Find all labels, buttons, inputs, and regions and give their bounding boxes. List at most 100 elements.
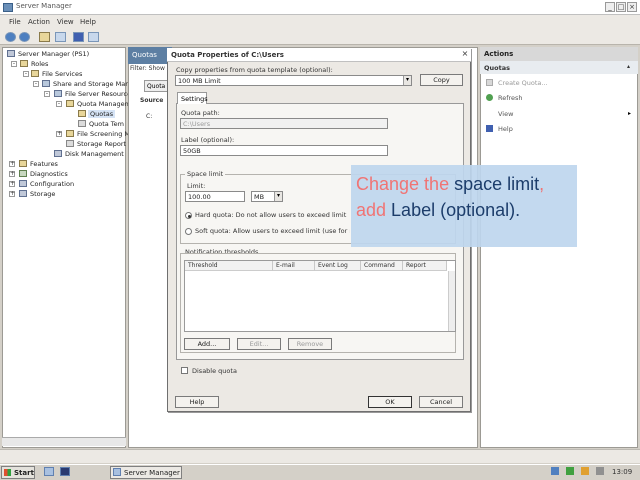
tree-toggle-file-screening[interactable]: + xyxy=(56,131,62,137)
tree-horizontal-scrollbar[interactable] xyxy=(2,437,126,446)
column-report[interactable]: Report xyxy=(403,261,447,271)
forward-arrow-icon[interactable] xyxy=(19,32,30,42)
tree-toggle-share-storage[interactable]: - xyxy=(33,81,39,87)
label-field[interactable]: 50GB xyxy=(180,145,388,156)
tree-item-file-services[interactable]: File Services xyxy=(42,70,82,78)
thresholds-scrollbar[interactable] xyxy=(448,271,455,331)
features-icon xyxy=(19,160,27,167)
tray-icon-3[interactable] xyxy=(581,467,589,475)
quota-management-icon xyxy=(66,100,74,107)
action-view[interactable]: View xyxy=(498,110,513,118)
maximize-button[interactable]: □ xyxy=(616,2,626,12)
source-column-header[interactable]: Source xyxy=(140,97,163,104)
cancel-button[interactable]: Cancel xyxy=(419,396,463,408)
properties-icon[interactable] xyxy=(88,32,99,42)
column-event-log[interactable]: Event Log xyxy=(315,261,361,271)
tree-toggle-file-services[interactable]: - xyxy=(23,71,29,77)
soft-quota-radio[interactable] xyxy=(185,228,192,235)
tray-icon-2[interactable] xyxy=(566,467,574,475)
tree-item-server-manager[interactable]: Server Manager (PS1) xyxy=(18,50,89,58)
actions-pane xyxy=(480,47,638,448)
help-icon[interactable] xyxy=(73,32,84,42)
configuration-icon xyxy=(19,180,27,187)
volume-tray-icon[interactable] xyxy=(596,467,604,475)
quota-row-c[interactable]: C: xyxy=(146,113,152,120)
menu-file[interactable]: File xyxy=(9,18,21,26)
window-title: Server Manager xyxy=(16,2,72,10)
windows-logo-icon xyxy=(4,469,11,476)
unit-chevron-down-icon[interactable]: ▾ xyxy=(274,192,282,201)
limit-value-field[interactable]: 100.00 xyxy=(185,191,245,202)
action-refresh[interactable]: Refresh xyxy=(498,94,523,102)
quota-icon xyxy=(78,110,86,117)
tree-item-storage-reports[interactable]: Storage Report xyxy=(77,140,126,148)
template-dropdown[interactable]: 100 MB Limit xyxy=(175,75,412,86)
minimize-button[interactable]: _ xyxy=(605,2,615,12)
menu-view[interactable]: View xyxy=(57,18,74,26)
disable-quota-checkbox[interactable] xyxy=(181,367,188,374)
screen-icon xyxy=(66,130,74,137)
tree-toggle-diagnostics[interactable]: + xyxy=(9,171,15,177)
tree-toggle-fsrm[interactable]: - xyxy=(44,91,50,97)
share-icon xyxy=(42,80,50,87)
up-folder-icon[interactable] xyxy=(39,32,50,42)
powershell-quicklaunch-icon[interactable] xyxy=(60,467,70,476)
tree-item-storage[interactable]: Storage xyxy=(30,190,55,198)
view-submenu-arrow-icon: ▸ xyxy=(628,110,632,117)
create-quota-icon xyxy=(486,79,493,86)
diagnostics-icon xyxy=(19,170,27,177)
tree-item-roles[interactable]: Roles xyxy=(31,60,48,68)
tree-item-configuration[interactable]: Configuration xyxy=(30,180,74,188)
ok-button[interactable]: OK xyxy=(368,396,412,408)
network-tray-icon[interactable] xyxy=(551,467,559,475)
roles-icon xyxy=(20,60,28,67)
back-arrow-icon[interactable] xyxy=(5,32,16,42)
copy-button[interactable]: Copy xyxy=(420,74,463,86)
column-command[interactable]: Command xyxy=(361,261,403,271)
tree-item-disk-management[interactable]: Disk Management xyxy=(65,150,124,158)
hard-quota-radio[interactable] xyxy=(185,212,192,219)
tab-settings[interactable]: Settings xyxy=(177,92,208,104)
column-email[interactable]: E-mail xyxy=(273,261,315,271)
tree-item-quotas[interactable]: Quotas xyxy=(88,110,116,118)
remove-threshold-button[interactable]: Remove xyxy=(288,338,332,350)
show-hide-tree-icon[interactable] xyxy=(55,32,66,42)
column-threshold[interactable]: Threshold xyxy=(185,261,273,271)
dialog-title: Quota Properties of C:\Users xyxy=(167,48,471,62)
chevron-down-icon[interactable]: ▾ xyxy=(403,76,411,85)
menu-help[interactable]: Help xyxy=(80,18,96,26)
tree-item-quota-templates[interactable]: Quota Tem xyxy=(89,120,124,128)
tree-item-diagnostics[interactable]: Diagnostics xyxy=(30,170,68,178)
tree-item-quota-management[interactable]: Quota Managem xyxy=(77,100,131,108)
window-titlebar xyxy=(0,0,640,15)
taskbar-clock: 13:09 xyxy=(612,468,633,476)
tree-item-fsrm[interactable]: File Server Resource xyxy=(65,90,131,98)
tree-item-features[interactable]: Features xyxy=(30,160,58,168)
edit-threshold-button[interactable]: Edit... xyxy=(237,338,281,350)
menu-action[interactable]: Action xyxy=(28,18,50,26)
server-icon xyxy=(7,50,15,57)
soft-quota-label: Soft quota: Allow users to exceed limit … xyxy=(195,227,350,235)
close-button[interactable]: × xyxy=(627,2,637,12)
filter-label[interactable]: Filter: Show xyxy=(130,65,170,77)
folder-icon xyxy=(31,70,39,77)
dialog-close-button[interactable]: × xyxy=(461,50,469,58)
tree-toggle-quota-management[interactable]: - xyxy=(56,101,62,107)
tree-item-file-screening[interactable]: File Screening M xyxy=(77,130,130,138)
add-threshold-button[interactable]: Add... xyxy=(184,338,230,350)
help-icon xyxy=(486,125,493,132)
collapse-arrow-icon[interactable]: ▴ xyxy=(627,63,630,70)
tree-toggle-storage[interactable]: + xyxy=(9,191,15,197)
action-help[interactable]: Help xyxy=(498,125,513,133)
actions-section-quotas[interactable]: Quotas xyxy=(480,61,638,74)
server-manager-quicklaunch-icon[interactable] xyxy=(44,467,54,476)
tree-toggle-roles[interactable]: - xyxy=(11,61,17,67)
report-icon xyxy=(66,140,74,147)
help-button[interactable]: Help xyxy=(175,396,219,408)
tree-toggle-features[interactable]: + xyxy=(9,161,15,167)
action-create-quota[interactable]: Create Quota... xyxy=(498,79,548,87)
tree-item-share-storage[interactable]: Share and Storage Man xyxy=(53,80,129,88)
tree-toggle-configuration[interactable]: + xyxy=(9,181,15,187)
copy-properties-label: Copy properties from quota template (opt… xyxy=(176,66,333,74)
menu-bar xyxy=(0,15,640,29)
